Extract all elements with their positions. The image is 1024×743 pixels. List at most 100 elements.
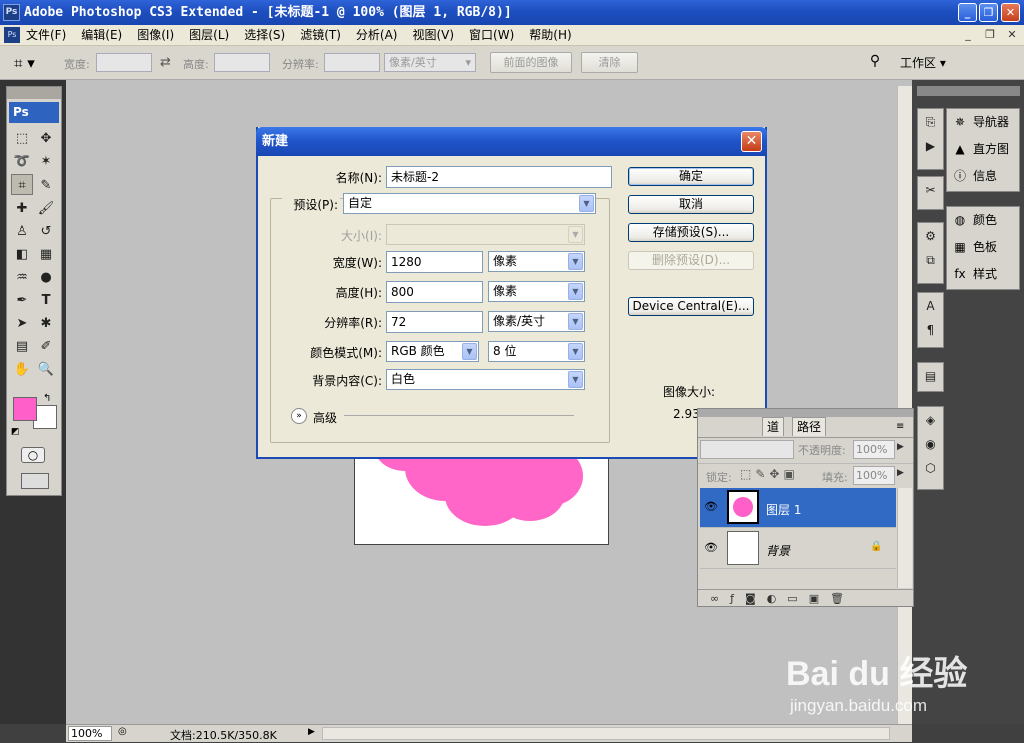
navigator-tab[interactable]: ✵ 导航器 <box>947 109 1019 136</box>
panel-dock-header[interactable] <box>917 86 1020 96</box>
width-field[interactable]: 1280 <box>386 251 483 273</box>
opacity-field[interactable]: 100% <box>853 440 895 459</box>
blur-tool-icon[interactable]: ♒ <box>11 267 33 288</box>
bridge-icon[interactable]: ⚲ <box>862 53 888 73</box>
blend-mode-select[interactable] <box>700 440 794 459</box>
crop-tool-preset-icon[interactable]: ⌗ ▾ <box>6 52 56 74</box>
status-menu-arrow-icon[interactable]: ▶ <box>308 727 315 737</box>
history-brush-icon[interactable]: ↺ <box>35 221 57 242</box>
type-tool-icon[interactable]: T <box>35 290 57 311</box>
brush-tool-icon[interactable]: 🖌 <box>35 198 57 219</box>
height-field[interactable] <box>214 53 270 72</box>
paragraph-icon[interactable]: ¶ <box>920 320 941 341</box>
quick-mask-icon[interactable]: ○ <box>21 447 45 463</box>
crop-tool-icon[interactable]: ⌗ <box>11 174 33 195</box>
restore-button[interactable]: ❐ <box>979 3 998 22</box>
eyedropper-tool-icon[interactable]: ✐ <box>35 336 57 357</box>
zoom-tool-icon[interactable]: 🔍 <box>35 359 57 380</box>
zoom-field[interactable]: 100% <box>68 726 112 741</box>
layer-row-background[interactable]: 👁 背景 🔒 <box>700 529 896 569</box>
pen-tool-icon[interactable]: ✒ <box>11 290 33 311</box>
channels-icon[interactable]: ◉ <box>920 434 941 455</box>
width-field[interactable] <box>96 53 152 72</box>
paths-tab[interactable]: 路径 <box>792 417 827 436</box>
opacity-arrow-icon[interactable]: ▶ <box>897 442 904 452</box>
layer-comps-icon[interactable]: ▤ <box>920 366 941 387</box>
close-button[interactable]: ✕ <box>1001 3 1020 22</box>
panel-menu-icon[interactable]: ≡ <box>896 421 904 432</box>
info-tab[interactable]: ⓘ 信息 <box>947 163 1019 190</box>
move-tool-icon[interactable]: ✥ <box>35 128 57 149</box>
menu-image[interactable]: 图像(I) <box>137 27 174 43</box>
color-mode-select[interactable]: RGB 颜色 ▼ <box>386 341 479 362</box>
clear-button[interactable]: 清除 <box>581 52 638 73</box>
dialog-close-button[interactable]: ✕ <box>741 131 762 152</box>
layers-icon[interactable]: ◈ <box>920 410 941 431</box>
menu-window[interactable]: 窗口(W) <box>469 27 514 43</box>
status-icon[interactable]: ◎ <box>118 726 127 737</box>
menu-help[interactable]: 帮助(H) <box>529 27 571 43</box>
tool-presets-icon[interactable]: ✂ <box>920 180 941 201</box>
eraser-tool-icon[interactable]: ◧ <box>11 244 33 265</box>
gradient-tool-icon[interactable]: ▦ <box>35 244 57 265</box>
doc-close-icon[interactable]: ✕ <box>1004 28 1020 44</box>
preset-select[interactable]: 自定 ▼ <box>343 193 596 214</box>
default-colors-icon[interactable]: ◩ <box>11 427 20 437</box>
front-image-button[interactable]: 前面的图像 <box>490 52 572 73</box>
cancel-button[interactable]: 取消 <box>628 195 754 214</box>
menu-file[interactable]: 文件(F) <box>26 27 66 43</box>
channels-tab[interactable]: 道 <box>762 417 785 436</box>
doc-minimize-icon[interactable]: _ <box>960 28 976 44</box>
menu-edit[interactable]: 编辑(E) <box>81 27 122 43</box>
background-contents-select[interactable]: 白色 ▼ <box>386 369 585 390</box>
magic-wand-tool-icon[interactable]: ✶ <box>35 151 57 172</box>
swap-icon[interactable]: ⇄ <box>160 55 171 70</box>
shape-tool-icon[interactable]: ✱ <box>35 313 57 334</box>
fill-field[interactable]: 100% <box>853 466 895 485</box>
clone-stamp-icon[interactable]: ♙ <box>11 221 33 242</box>
screen-mode-icon[interactable] <box>21 473 49 489</box>
resolution-unit-select[interactable]: 像素/英寸 ▾ <box>384 53 476 72</box>
lock-icons[interactable]: ⬚✎✥▣ <box>740 467 799 481</box>
dodge-tool-icon[interactable]: ● <box>35 267 57 288</box>
paths-icon[interactable]: ⬡ <box>920 458 941 479</box>
layers-footer-icons[interactable]: ∞ƒ◙◐▭▣🗑 <box>698 589 913 606</box>
character-icon[interactable]: A <box>920 296 941 317</box>
layers-scrollbar[interactable] <box>897 488 912 588</box>
bit-depth-select[interactable]: 8 位 ▼ <box>488 341 585 362</box>
save-preset-button[interactable]: 存储预设(S)... <box>628 223 754 242</box>
brushes-icon[interactable]: ⚙ <box>920 226 941 247</box>
hand-tool-icon[interactable]: ✋ <box>11 359 33 380</box>
color-tab[interactable]: ◍ 颜色 <box>947 207 1019 234</box>
menu-select[interactable]: 选择(S) <box>244 27 285 43</box>
styles-tab[interactable]: fx 样式 <box>947 261 1019 288</box>
advanced-expand-icon[interactable]: » <box>291 408 307 424</box>
menu-analysis[interactable]: 分析(A) <box>356 27 398 43</box>
notes-tool-icon[interactable]: ▤ <box>11 336 33 357</box>
healing-brush-icon[interactable]: ✚ <box>11 198 33 219</box>
workspace-menu[interactable]: 工作区 ▾ <box>900 54 946 71</box>
menu-layer[interactable]: 图层(L) <box>189 27 229 43</box>
doc-restore-icon[interactable]: ❐ <box>982 28 998 44</box>
foreground-color-swatch[interactable] <box>13 397 37 421</box>
vertical-scrollbar[interactable] <box>897 86 912 724</box>
fill-arrow-icon[interactable]: ▶ <box>897 468 904 478</box>
slice-tool-icon[interactable]: ✎ <box>35 175 57 196</box>
resolution-field[interactable] <box>324 53 380 72</box>
lasso-tool-icon[interactable]: ➰ <box>11 151 33 172</box>
history-icon[interactable]: ⎘ <box>920 112 941 133</box>
path-selection-icon[interactable]: ➤ <box>11 313 33 334</box>
clone-source-icon[interactable]: ⧉ <box>920 250 941 271</box>
toolbox-header[interactable] <box>7 87 61 99</box>
height-field[interactable]: 800 <box>386 281 483 303</box>
histogram-tab[interactable]: ▲ 直方图 <box>947 136 1019 163</box>
width-unit-select[interactable]: 像素 ▼ <box>488 251 585 272</box>
actions-icon[interactable]: ▶ <box>920 136 941 157</box>
swatches-tab[interactable]: ▦ 色板 <box>947 234 1019 261</box>
name-field[interactable]: 未标题-2 <box>386 166 612 188</box>
resolution-field[interactable]: 72 <box>386 311 483 333</box>
minimize-button[interactable]: _ <box>958 3 977 22</box>
resolution-unit-select[interactable]: 像素/英寸 ▼ <box>488 311 585 332</box>
swap-colors-icon[interactable]: ↰ <box>43 393 51 404</box>
document-canvas[interactable] <box>354 445 609 545</box>
